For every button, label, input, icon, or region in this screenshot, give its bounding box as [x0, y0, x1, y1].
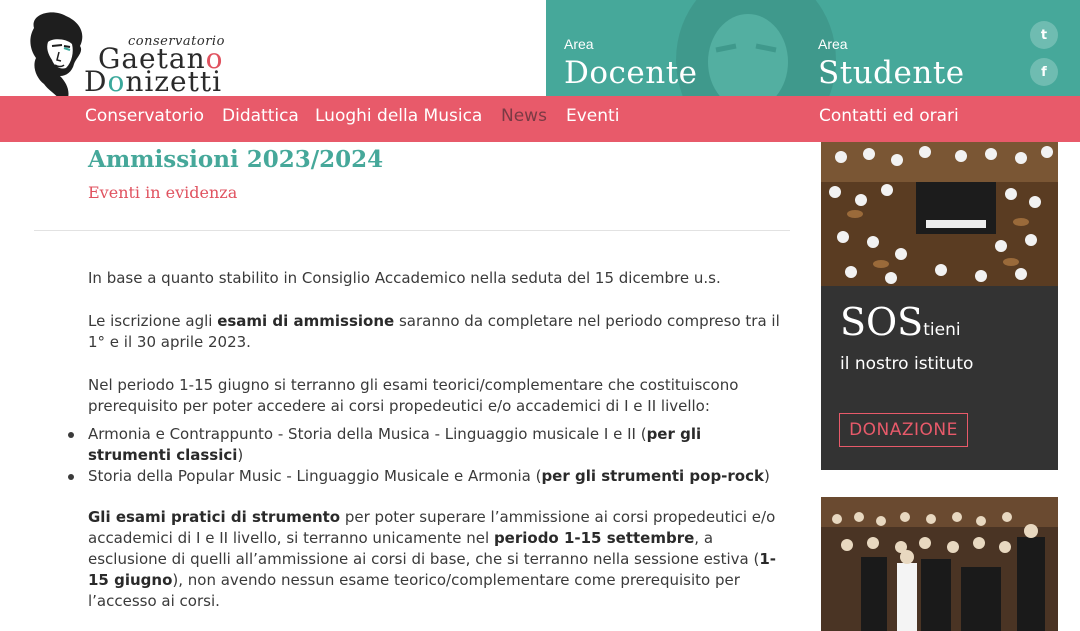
li2-bold: per gli strumenti pop-rock: [541, 467, 764, 485]
facebook-icon[interactable]: f: [1030, 58, 1058, 86]
nav-item-contatti[interactable]: Contatti ed orari: [819, 106, 959, 126]
page-title: Ammissioni 2023/2024: [88, 146, 384, 173]
sos-heading: SOStieni: [840, 300, 961, 344]
paragraph-1: In base a quanto stabilito in Consiglio …: [88, 269, 721, 287]
sos-small-text: tieni: [923, 320, 961, 340]
list-item: Storia della Popular Music - Linguaggio …: [68, 466, 786, 487]
page-category-link[interactable]: Eventi in evidenza: [88, 183, 237, 202]
site-header: conservatorio Gaetano Donizetti Area Doc…: [0, 0, 1080, 142]
donation-box: SOStieni il nostro istituto DONAZIONE: [821, 286, 1058, 470]
sos-big-text: SOS: [840, 300, 924, 344]
p4-bold-a: Gli esami pratici di strumento: [88, 508, 341, 526]
choir-photo-image: [821, 497, 1058, 631]
area-band: Area Docente Area Studente t f: [546, 0, 1080, 96]
area-docente-big: Docente: [564, 55, 698, 91]
exam-list: Armonia e Contrappunto - Storia della Mu…: [68, 424, 786, 487]
article-body: In base a quanto stabilito in Consiglio …: [68, 268, 786, 631]
main-nav: Conservatorio Didattica Luoghi della Mus…: [0, 96, 1080, 142]
logo-line-2c: nizetti: [125, 65, 223, 98]
site-logo[interactable]: conservatorio Gaetano Donizetti: [26, 8, 236, 102]
twitter-icon[interactable]: t: [1030, 21, 1058, 49]
area-docente-small: Area: [564, 36, 594, 52]
logo-line-2a: D: [84, 65, 108, 98]
area-studente-link[interactable]: Area Studente: [818, 36, 965, 91]
nav-item-luoghi-della-musica[interactable]: Luoghi della Musica: [315, 106, 482, 126]
logo-line-2: Donizetti: [84, 65, 222, 98]
paragraph-4: Gli esami pratici di strumento per poter…: [88, 507, 786, 612]
nav-item-conservatorio[interactable]: Conservatorio: [85, 106, 204, 126]
paragraph-2: Le iscrizione agli esami di ammissione s…: [88, 311, 786, 353]
sos-subline: il nostro istituto: [840, 354, 974, 374]
choir-photo[interactable]: [821, 497, 1058, 631]
list-item: Armonia e Contrappunto - Storia della Mu…: [68, 424, 786, 466]
area-studente-small: Area: [818, 36, 848, 52]
area-studente-big: Studente: [818, 55, 965, 91]
divider: [34, 230, 790, 231]
area-docente-link[interactable]: Area Docente: [564, 36, 698, 91]
paragraph-3: Nel periodo 1-15 giugno si terranno gli …: [88, 376, 739, 415]
li2-text-a: Storia della Popular Music - Linguaggio …: [88, 467, 542, 485]
nav-item-didattica[interactable]: Didattica: [222, 106, 299, 126]
orchestra-photo-image: [821, 142, 1058, 286]
p2-bold: esami di ammissione: [217, 312, 395, 330]
p4-text-f: ), non avendo nessun esame teorico/compl…: [88, 571, 740, 610]
p2-text-a: Le iscrizione agli: [88, 312, 218, 330]
logo-line-2b: o: [107, 65, 126, 98]
li1-text-c: ): [237, 446, 244, 464]
nav-item-news[interactable]: News: [501, 106, 547, 126]
p4-bold-c: periodo 1-15 settembre: [493, 529, 695, 547]
li1-text-a: Armonia e Contrappunto - Storia della Mu…: [88, 425, 647, 443]
donate-button[interactable]: DONAZIONE: [839, 413, 968, 447]
nav-item-eventi[interactable]: Eventi: [566, 106, 619, 126]
orchestra-photo[interactable]: [821, 142, 1058, 286]
li2-text-c: ): [763, 467, 770, 485]
